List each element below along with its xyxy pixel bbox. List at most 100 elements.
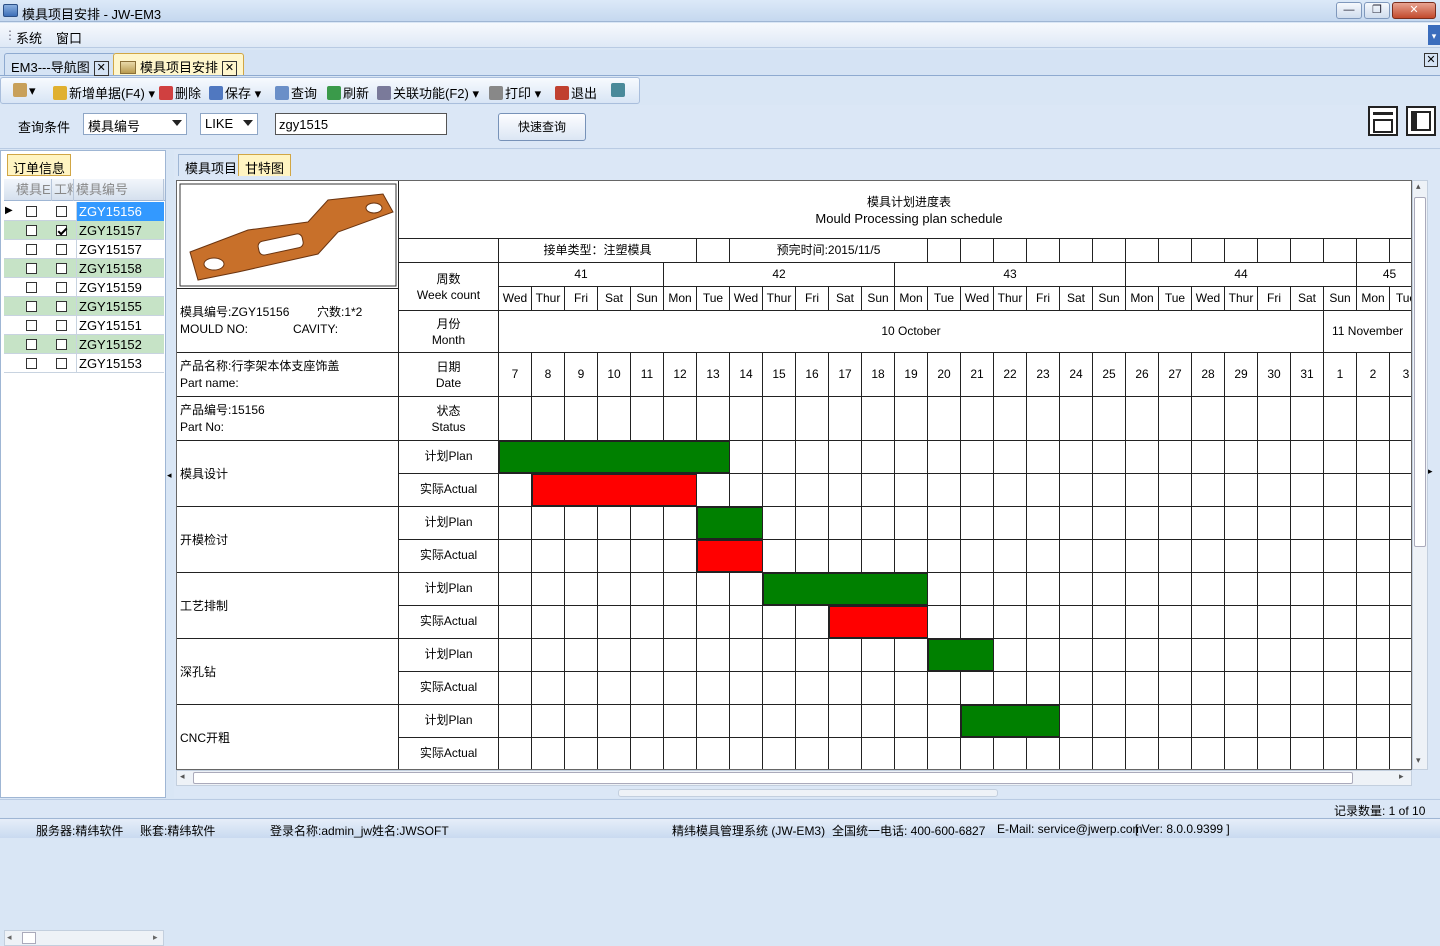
query-field-select[interactable]: 模具编号 [83,113,187,135]
collapse-bottom-handle[interactable] [618,789,998,797]
print-button[interactable]: 打印 ▾ [489,83,541,102]
grid-cell [961,540,994,573]
col-header-mould-e[interactable]: 模具E [14,179,52,201]
table-row[interactable]: ZGY15157 [4,240,164,259]
app-icon [3,4,18,17]
grid-cell [1027,441,1060,474]
row-checkbox-material[interactable] [56,263,67,274]
day-cell: Fri [565,287,598,311]
scroll-left-icon[interactable]: ◂ [7,932,12,943]
layout-vertical-button[interactable] [1406,106,1436,136]
status-cell [1357,397,1390,441]
row-checkbox-material[interactable] [56,244,67,255]
scroll-right-icon[interactable]: ▸ [153,932,158,943]
row-checkbox-mould[interactable] [26,225,37,236]
query-operator-select[interactable]: LIKE [200,113,258,135]
collapse-left-icon[interactable]: ◂ [167,470,172,481]
table-row[interactable]: ZGY15153 [4,354,164,373]
day-cell: Wed [961,287,994,311]
tab-navigation[interactable]: EM3---导航图 ✕ [4,53,116,77]
book-button[interactable] [611,83,627,98]
info-blank-cell [1159,239,1192,263]
tab-mould-project[interactable]: 模具项目 [178,154,245,176]
row-mould-code: ZGY15153 [76,354,164,373]
scroll-thumb[interactable] [193,772,1353,784]
layout-horizontal-button[interactable] [1368,106,1398,136]
plan-bar[interactable] [928,639,994,671]
new-record-button[interactable]: 新增单据(F4) ▾ [53,83,155,102]
tab-order-info[interactable]: 订单信息 [7,154,72,176]
gantt-horizontal-scrollbar[interactable]: ◂ ▸ [176,770,1412,786]
tab-mould-schedule[interactable]: 模具项目安排 ✕ [113,53,245,77]
col-header-mould-no[interactable]: 模具编号 [74,179,164,201]
row-checkbox-mould[interactable] [26,244,37,255]
row-checkbox-mould[interactable] [26,263,37,274]
table-row[interactable]: ▶ ZGY15156 [4,202,164,221]
scroll-right-icon[interactable]: ▸ [1399,771,1404,782]
close-window-button[interactable]: ✕ [1392,2,1436,19]
actual-bar[interactable] [532,474,697,506]
gantt-vertical-scrollbar[interactable]: ▴ ▾ [1412,180,1428,770]
tab-gantt[interactable]: 甘特图 [238,154,292,176]
menu-window[interactable]: 窗口 [56,28,82,47]
row-checkbox-mould[interactable] [26,358,37,369]
grid-cell [1324,441,1357,474]
col-header-material[interactable]: 工料 [52,179,74,201]
panel-splitter[interactable]: ◂ [166,150,174,798]
grid-cell [862,672,895,705]
table-row[interactable]: ZGY15152 [4,335,164,354]
date-label: 日期 Date [399,353,499,397]
scroll-thumb[interactable] [22,932,36,944]
row-checkbox-mould[interactable] [26,339,37,350]
row-checkbox-material[interactable] [56,225,67,236]
row-checkbox-material[interactable] [56,339,67,350]
refresh-button[interactable]: 刷新 [327,83,369,102]
scroll-up-icon[interactable]: ▴ [1416,181,1421,192]
grid-cell [1390,606,1411,639]
home-button[interactable]: ▾ [13,83,36,99]
close-tab-icon[interactable]: ✕ [1424,53,1438,67]
row-checkbox-material[interactable] [56,206,67,217]
row-checkbox-material[interactable] [56,358,67,369]
tab-close-icon[interactable]: ✕ [93,61,109,77]
plan-bar[interactable] [763,573,928,605]
grid-cell [763,507,796,540]
row-checkbox-material[interactable] [56,320,67,331]
tab-close-icon[interactable]: ✕ [222,61,238,77]
row-checkbox-mould[interactable] [26,282,37,293]
plan-bar[interactable] [499,441,730,473]
row-checkbox-mould[interactable] [26,320,37,331]
query-value-input[interactable] [275,113,447,135]
delete-button[interactable]: 删除 [159,83,201,102]
grid-cell [1192,441,1225,474]
left-horizontal-scrollbar[interactable]: ◂ ▸ [4,930,164,946]
row-checkbox-mould[interactable] [26,301,37,312]
table-row[interactable]: ZGY15155 [4,297,164,316]
menu-overflow-icon[interactable]: ▾ [1428,25,1440,45]
query-button[interactable]: 查询 [275,83,317,102]
related-functions-button[interactable]: 关联功能(F2) ▾ [377,83,479,102]
restore-button[interactable]: ❐ [1364,2,1390,19]
plan-bar[interactable] [961,705,1060,737]
status-cell [499,397,532,441]
actual-bar[interactable] [829,606,928,638]
table-row[interactable]: ZGY15157 [4,221,164,240]
plan-bar[interactable] [697,507,763,539]
date-cell: 26 [1126,353,1159,397]
save-button[interactable]: 保存 ▾ [209,83,261,102]
expand-right-icon[interactable]: ▸ [1428,466,1433,477]
scroll-thumb[interactable] [1414,197,1426,547]
scroll-left-icon[interactable]: ◂ [180,771,185,782]
table-row[interactable]: ZGY15158 [4,259,164,278]
table-row[interactable]: ZGY15151 [4,316,164,335]
row-checkbox-material[interactable] [56,301,67,312]
row-checkbox-material[interactable] [56,282,67,293]
minimize-button[interactable]: — [1336,2,1362,19]
quick-search-button[interactable]: 快速查询 [498,113,586,141]
exit-button[interactable]: 退出 [555,83,597,102]
row-checkbox-mould[interactable] [26,206,37,217]
actual-bar[interactable] [697,540,763,572]
scroll-down-icon[interactable]: ▾ [1416,755,1421,766]
menu-system[interactable]: 系统 [16,28,42,47]
table-row[interactable]: ZGY15159 [4,278,164,297]
